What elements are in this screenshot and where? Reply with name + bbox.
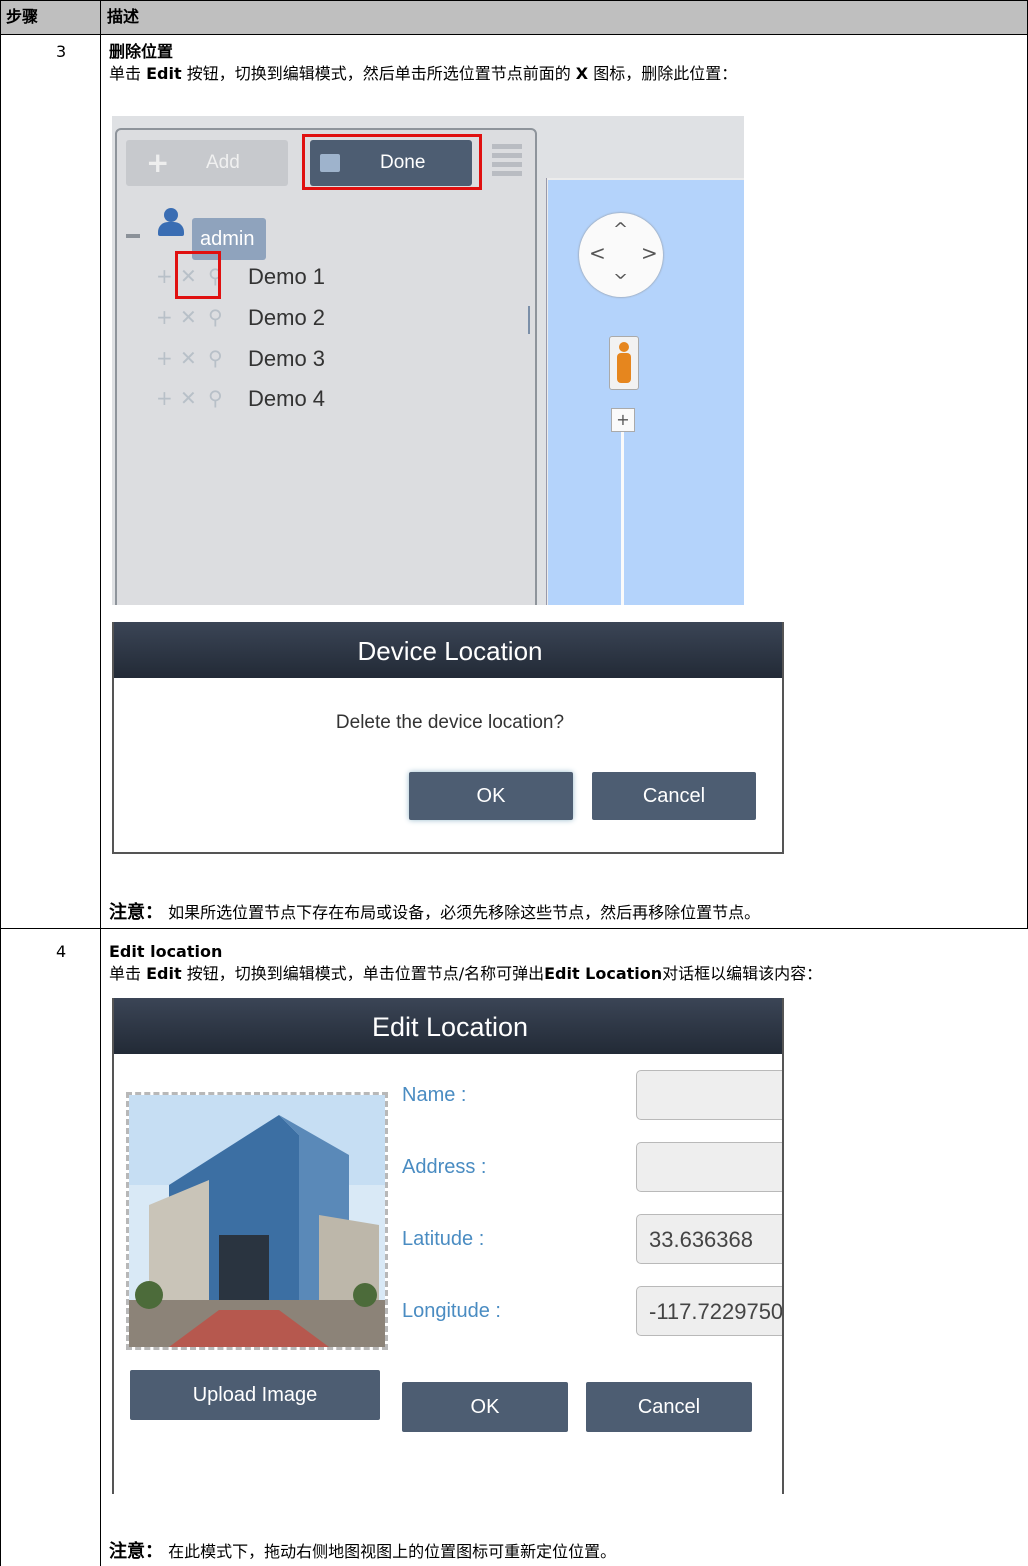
plus-icon: + [146,146,170,179]
delete-x-icon[interactable]: ✕ [180,305,197,329]
collapse-icon[interactable] [126,234,140,238]
step-4-instruction: 单击 Edit 按钮，切换到编辑模式，单击位置节点/名称可弹出Edit Loca… [109,964,822,984]
tree-item-label: Demo 2 [248,305,326,330]
add-child-icon[interactable]: + [156,264,173,288]
step-3-title: 删除位置 [109,42,174,61]
dialog-title: Edit Location [371,1012,529,1042]
location-pin-icon: ⚲ [208,305,223,329]
tree-item-demo-2[interactable]: + ✕ ⚲ Demo 2 [156,303,456,335]
header-step: 步骤 [6,7,39,26]
step-3-instruction: 单击 Edit 按钮，切换到编辑模式，然后单击所选位置节点前面的 X 图标，删除… [109,64,737,84]
instr-part: 对话框以编辑该内容： [662,964,823,983]
tree-item-label: Demo 3 [248,346,326,371]
building-photo [129,1095,385,1347]
edit-location-dialog: Edit Location Name : * Address : Latitud… [112,998,784,1494]
step-4-note: 注意： 在此模式下，拖动右侧地图视图上的位置图标可重新定位位置。 [109,1542,616,1562]
delete-location-dialog: Device Location Delete the device locati… [112,622,784,854]
zoom-slider-track[interactable] [621,432,624,605]
header-description: 描述 [107,7,140,26]
address-label: Address : [402,1156,487,1178]
step-4-title: Edit location [109,942,223,961]
ok-button[interactable]: OK [409,772,573,820]
table-border-top [0,0,1028,1]
step-3-number: 3 [56,42,67,61]
add-label: Add [206,152,240,173]
add-child-icon[interactable]: + [156,346,173,370]
dialog-title: Device Location [357,636,543,666]
instr-part: 单击 [109,64,147,83]
cancel-button[interactable]: Cancel [592,772,756,820]
header-divider [0,34,1028,35]
pan-down-icon[interactable]: ^ [613,261,628,282]
instr-edit: Edit [146,64,182,83]
note-label: 注意： [109,902,163,923]
instr-part: 按钮，切换到编辑模式，然后单击所选位置节点前面的 [181,64,576,83]
pan-right-icon[interactable]: > [641,241,658,265]
dialog-message: Delete the device location? [335,712,565,733]
longitude-label: Longitude : [402,1300,501,1322]
add-child-icon[interactable]: + [156,386,173,410]
user-icon-body [158,222,184,236]
row-divider [0,928,1028,929]
map-edge-tick [528,306,530,334]
upload-image-button[interactable]: Upload Image [130,1370,380,1420]
address-field[interactable] [636,1142,782,1192]
pan-left-icon[interactable]: < [589,241,606,265]
name-field[interactable] [636,1070,782,1120]
step-4-number: 4 [56,942,67,961]
tree-item-label: Demo 1 [248,264,326,289]
instr-edit-location: Edit Location [544,964,663,983]
step-3-note: 注意： 如果所选位置节点下存在布局或设备，必须先移除这些节点，然后再移除位置节点… [109,903,760,923]
pegman-head [619,342,629,352]
tree-panel-screenshot: ^ ^ < > + + Add Done admin + ✕ ⚲ Demo 1 … [112,116,744,605]
instr-part: 单击 [109,964,147,983]
admin-label: admin [200,228,255,250]
location-pin-icon: ⚲ [208,346,223,370]
zoom-in-button[interactable]: + [611,408,635,432]
done-highlight [302,134,482,190]
location-image [126,1092,388,1350]
tree-item-demo-3[interactable]: + ✕ ⚲ Demo 3 [156,344,456,376]
instr-edit: Edit [146,964,182,983]
column-divider [100,0,101,1566]
table-border-left [0,0,1,1566]
pan-up-icon[interactable]: ^ [613,219,628,240]
ok-button[interactable]: OK [402,1382,568,1432]
cancel-button[interactable]: Cancel [586,1382,752,1432]
user-icon-head [164,208,178,222]
delete-x-icon[interactable]: ✕ [180,386,197,410]
instr-x: X [575,64,589,83]
location-pin-icon: ⚲ [208,386,223,410]
map-pan-control[interactable]: ^ ^ < > [579,213,663,297]
note-label: 注意： [109,1541,163,1562]
note-text: 如果所选位置节点下存在布局或设备，必须先移除这些节点，然后再移除位置节点。 [168,903,761,922]
delete-x-highlight [175,251,221,299]
longitude-field[interactable]: -117.722975000000 [636,1286,782,1336]
instr-part: 按钮，切换到编辑模式，单击位置节点/名称可弹出 [181,964,545,983]
tree-item-label: Demo 4 [248,386,326,411]
latitude-label: Latitude : [402,1228,485,1250]
menu-icon[interactable] [492,144,522,180]
table-header [0,0,1028,34]
pegman-icon[interactable] [609,336,639,390]
instr-part: 图标，删除此位置： [588,64,738,83]
add-button[interactable]: + Add [126,140,288,186]
add-child-icon[interactable]: + [156,305,173,329]
note-text: 在此模式下，拖动右侧地图视图上的位置图标可重新定位位置。 [168,1542,617,1561]
name-label: Name : [402,1084,467,1106]
tree-item-demo-4[interactable]: + ✕ ⚲ Demo 4 [156,384,456,416]
latitude-field[interactable]: 33.636368 [636,1214,782,1264]
pegman-body [617,353,631,383]
delete-x-icon[interactable]: ✕ [180,346,197,370]
